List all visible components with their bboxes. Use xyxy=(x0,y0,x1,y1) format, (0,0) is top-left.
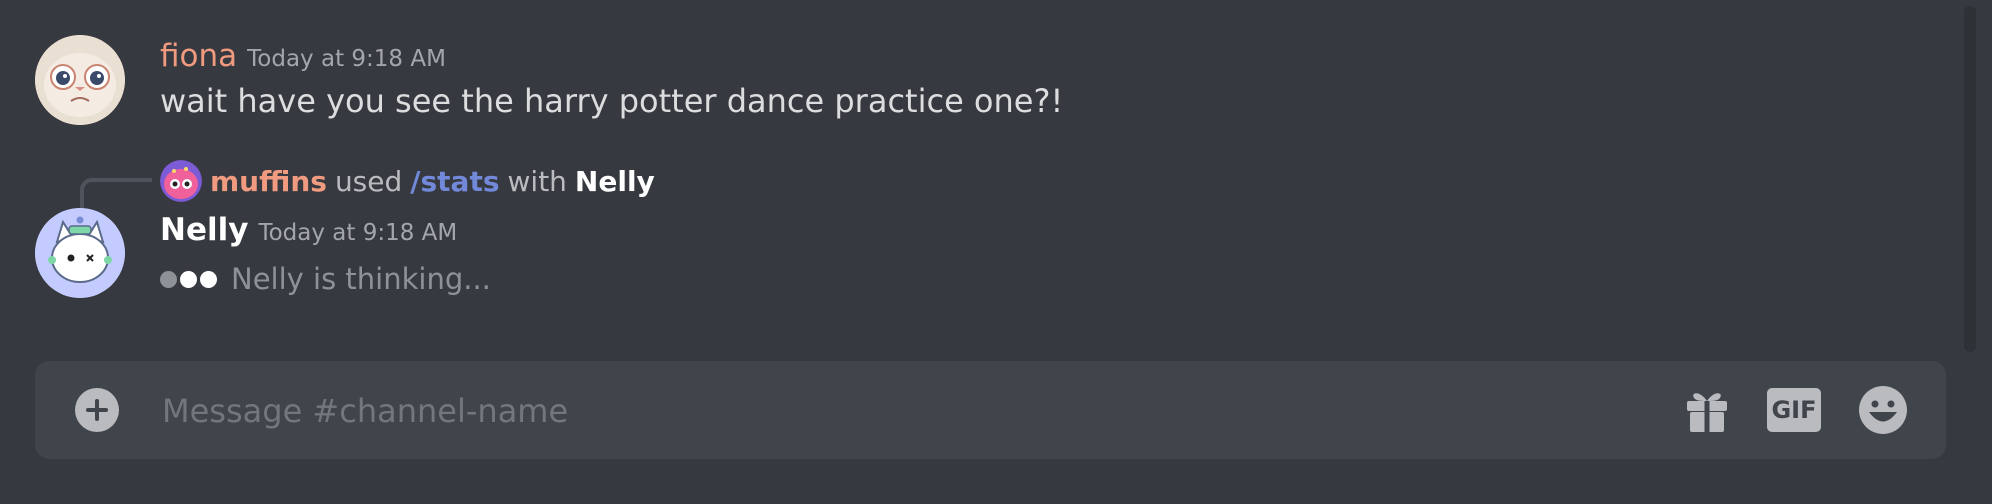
reply-connector xyxy=(80,178,152,210)
author-name[interactable]: Nelly xyxy=(160,212,248,248)
loading-dots-icon xyxy=(160,270,217,288)
command-name[interactable]: /stats xyxy=(410,165,499,198)
gif-label: GIF xyxy=(1771,396,1817,424)
plus-circle-icon[interactable] xyxy=(75,388,119,432)
with-text: with xyxy=(507,164,567,198)
emoji-icon[interactable] xyxy=(1857,385,1909,435)
thinking-indicator: Nelly is thinking... xyxy=(160,262,491,296)
interaction-reference[interactable]: muffins used /stats with Nelly xyxy=(160,160,663,202)
scrollbar[interactable] xyxy=(1964,6,1976,352)
message-input[interactable] xyxy=(160,377,1664,445)
message-composer: GIF xyxy=(35,361,1946,459)
avatar[interactable] xyxy=(35,35,125,125)
command-target[interactable]: Nelly xyxy=(575,165,655,198)
avatar[interactable] xyxy=(35,208,125,298)
author-name[interactable]: fiona xyxy=(160,38,237,74)
timestamp[interactable]: Today at 9:18 AM xyxy=(258,220,457,246)
used-text: used xyxy=(334,164,403,198)
invoking-user[interactable]: muffins xyxy=(210,165,327,198)
gif-icon[interactable]: GIF xyxy=(1767,388,1821,432)
message-content: wait have you see the harry potter dance… xyxy=(160,82,1064,120)
gift-icon[interactable] xyxy=(1681,385,1733,435)
thinking-status: Nelly is thinking... xyxy=(231,262,491,296)
timestamp[interactable]: Today at 9:18 AM xyxy=(247,46,446,72)
octopus-avatar-icon[interactable] xyxy=(160,160,202,202)
